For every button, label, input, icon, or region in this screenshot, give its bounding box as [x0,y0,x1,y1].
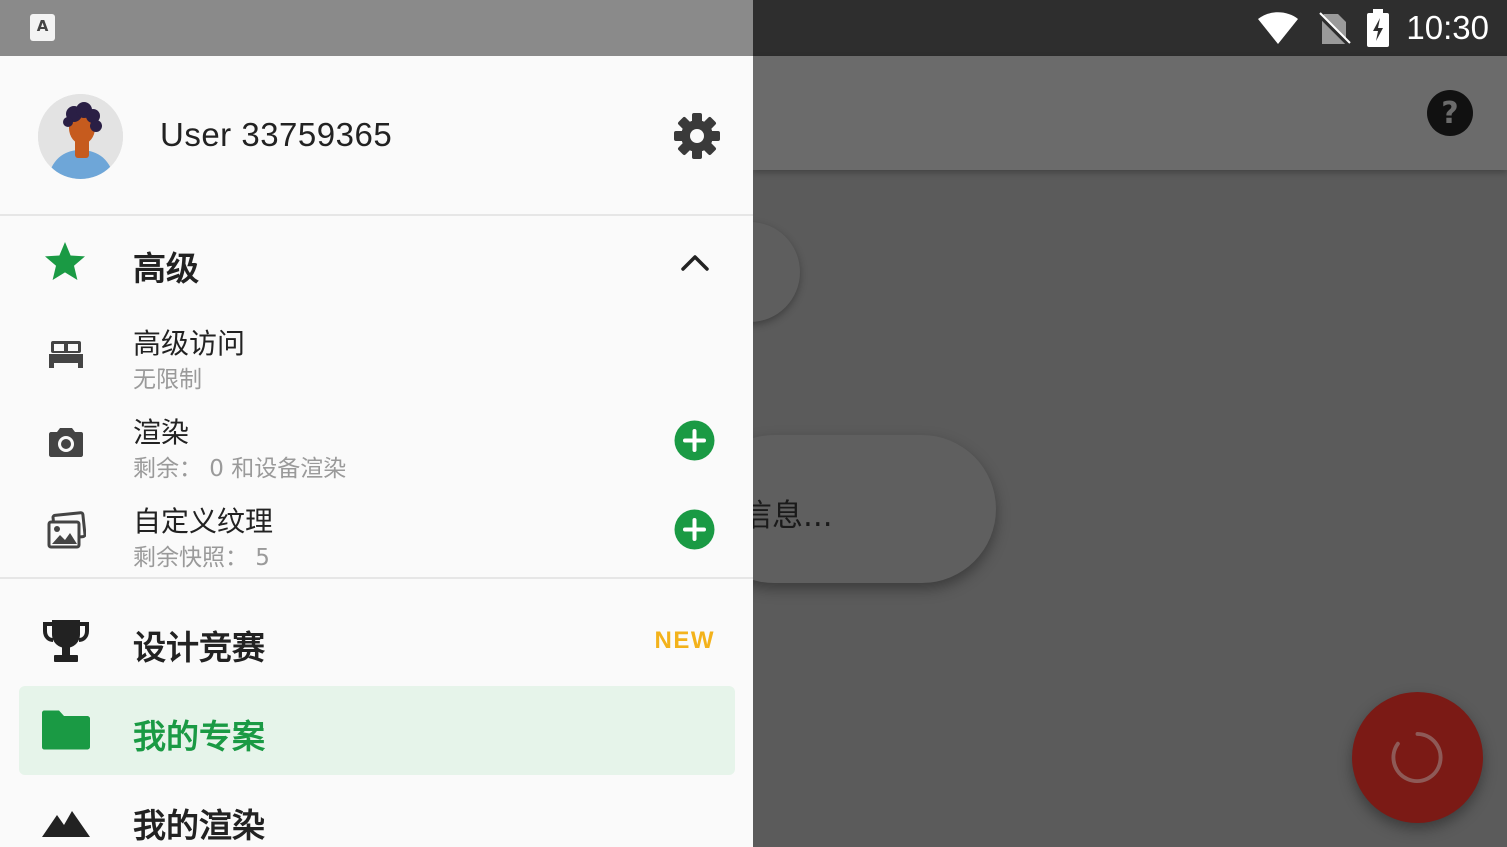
wifi-icon [1258,12,1299,44]
premium-section-header[interactable]: 高级 [0,216,753,308]
premium-section-title: 高级 [133,249,199,288]
custom-texture-item[interactable]: 自定义纹理 剩余快照： 5 [0,486,753,575]
render-label: 渲染 [133,416,190,449]
svg-text:?: ? [1441,96,1458,131]
nav-item-my-projects[interactable]: 我的专案 [0,686,753,775]
gear-icon[interactable] [673,112,721,160]
avatar[interactable] [38,94,123,179]
chevron-up-icon[interactable] [678,246,712,280]
fab-loading-button[interactable] [1352,692,1483,823]
battery-charging-icon [1367,9,1390,47]
premium-access-label: 高级访问 [133,327,246,360]
premium-access-item[interactable]: 高级访问 无限制 [0,308,753,397]
drawer-divider [0,577,753,579]
app-a-icon: A [30,14,55,41]
folder-icon [42,710,90,750]
nav-item-design-contest[interactable]: 设计竞赛 NEW [0,597,753,686]
app-toolbar: ? [753,56,1507,170]
render-desc: 剩余： 0 和设备渲染 [133,456,347,482]
custom-texture-desc: 剩余快照： 5 [133,545,270,571]
status-bar: A 10:30 [0,0,1507,56]
nav-label-my-projects: 我的专案 [133,717,265,756]
mountains-icon [42,811,90,837]
loading-spinner-icon [1391,731,1443,784]
navigation-drawer: User 33759365 高级 高级访问 无限制 渲染 剩余： 0 和设备渲染… [0,56,753,847]
nav-item-my-renders[interactable]: 我的渲染 [0,775,753,847]
avatar-illustration [38,94,123,179]
clock: 10:30 [1406,9,1489,46]
selected-highlight [19,686,735,775]
new-badge: NEW [654,627,715,654]
texture-photos-icon [47,511,86,549]
nav-label-design-contest: 设计竞赛 [133,628,265,667]
star-icon [45,242,85,280]
no-sim-icon [1316,12,1352,46]
camera-icon [49,428,83,457]
render-item[interactable]: 渲染 剩余： 0 和设备渲染 [0,397,753,486]
premium-access-desc: 无限制 [133,367,202,393]
status-icons: 10:30 [1256,8,1489,48]
trophy-icon [43,620,89,662]
background-card-text: 信息... [741,498,833,534]
custom-texture-label: 自定义纹理 [133,505,274,538]
status-bar-scrim: A [0,0,753,56]
drawer-header: User 33759365 [0,56,753,216]
add-render-button[interactable] [674,420,715,461]
help-icon[interactable]: ? [1426,89,1474,137]
add-texture-button[interactable] [674,509,715,550]
nav-label-my-renders: 我的渲染 [133,806,265,845]
user-name: User 33759365 [160,116,393,153]
bed-icon [49,341,83,368]
